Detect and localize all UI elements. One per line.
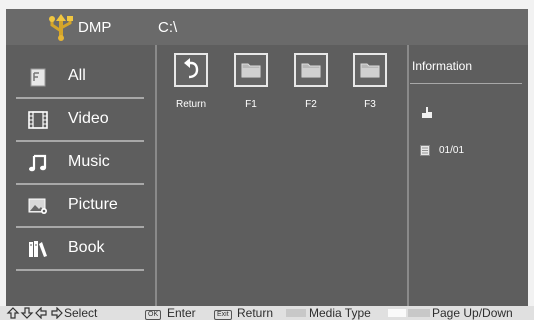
sidebar-item-label: All — [68, 67, 86, 84]
file-item-return[interactable]: Return — [168, 53, 218, 113]
divider — [16, 226, 144, 228]
all-files-icon — [30, 68, 46, 87]
exit-key-icon: Exit — [214, 306, 232, 320]
file-thumbnail — [174, 53, 208, 87]
file-name: Return — [175, 99, 206, 110]
folder-icon — [301, 63, 321, 78]
file-name: F3 — [364, 99, 376, 110]
folder-icon — [360, 63, 380, 78]
picture-icon — [28, 198, 47, 214]
file-name: F2 — [305, 99, 317, 110]
sidebar-divider — [155, 45, 157, 306]
hint-page-updown: Page Up/Down — [432, 306, 513, 320]
folder-icon — [241, 63, 261, 78]
divider — [16, 140, 144, 142]
file-thumbnail — [353, 53, 387, 87]
sidebar-item-book[interactable]: Book — [6, 232, 154, 272]
film-icon — [28, 111, 48, 129]
hint-enter: Enter — [167, 306, 196, 320]
white-key-swatch — [388, 309, 406, 317]
sidebar-item-all[interactable]: All — [6, 60, 154, 100]
sidebar-item-label: Music — [68, 153, 110, 170]
book-icon — [29, 241, 47, 257]
hand-pointer-icon — [422, 107, 432, 118]
file-item-folder[interactable]: F1 — [228, 53, 278, 113]
divider — [16, 97, 144, 99]
divider — [16, 269, 144, 271]
music-note-icon — [29, 154, 47, 172]
dmp-window: DMP C:\ All Video Music Picture Book Ret… — [6, 9, 528, 306]
file-item-folder[interactable]: F2 — [288, 53, 338, 113]
sidebar-item-video[interactable]: Video — [6, 103, 154, 143]
gray-key-swatch — [286, 309, 306, 317]
hint-bar: Select OK Enter Exit Return Media Type P… — [0, 306, 534, 320]
divider — [16, 183, 144, 185]
sidebar-item-label: Picture — [68, 196, 118, 213]
sidebar-item-music[interactable]: Music — [6, 146, 154, 186]
return-arrow-icon — [184, 58, 199, 79]
hint-select: Select — [64, 306, 98, 320]
arrow-keys-icon — [6, 307, 63, 319]
current-path: C:\ — [158, 19, 178, 36]
page-counter: 01/01 — [439, 145, 465, 156]
page-icon — [420, 145, 430, 156]
hint-media-type: Media Type — [309, 306, 371, 320]
file-name: F1 — [245, 99, 257, 110]
usb-trident-icon — [49, 14, 73, 41]
file-thumbnail — [234, 53, 268, 87]
sidebar-item-label: Video — [68, 110, 109, 127]
file-thumbnail — [294, 53, 328, 87]
app-title: DMP — [78, 19, 112, 36]
top-bar: DMP C:\ — [6, 9, 528, 45]
file-item-folder[interactable]: F3 — [347, 53, 397, 113]
sidebar-item-label: Book — [68, 239, 105, 256]
info-divider — [407, 45, 409, 306]
gray-key-swatch-2 — [408, 309, 430, 317]
divider — [410, 83, 522, 84]
ok-key-icon: OK — [145, 306, 162, 320]
info-title: Information — [412, 59, 473, 73]
sidebar-item-picture[interactable]: Picture — [6, 189, 154, 229]
hint-return: Return — [237, 306, 274, 320]
